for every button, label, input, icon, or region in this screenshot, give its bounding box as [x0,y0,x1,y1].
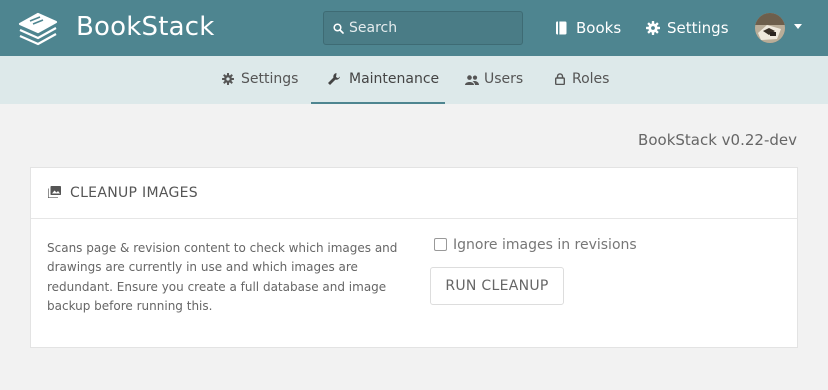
gear-icon [646,21,660,35]
tab-roles-label: Roles [572,71,610,87]
chevron-down-icon[interactable] [794,24,802,29]
tab-roles[interactable]: Roles [555,56,609,104]
nav-books-link[interactable]: Books [555,16,622,40]
search-placeholder: Search [349,20,398,36]
run-cleanup-button[interactable]: RUN CLEANUP [430,267,564,305]
tab-settings-label: Settings [241,71,299,87]
tab-users-label: Users [484,71,524,87]
wrench-icon [328,73,340,85]
users-icon [465,75,479,85]
search-icon [333,23,344,34]
tab-maintenance[interactable]: Maintenance [311,56,445,104]
tab-maintenance-label: Maintenance [349,71,440,87]
card-title: CLEANUP IMAGES [70,185,198,201]
cleanup-images-card: CLEANUP IMAGES Scans page & revision con… [30,167,798,348]
card-header: CLEANUP IMAGES [31,168,797,219]
tab-users[interactable]: Users [465,56,524,104]
settings-tabs: Settings Maintenance Users Roles [0,56,828,104]
gear-icon [222,73,234,85]
images-icon [48,186,61,198]
tab-settings[interactable]: Settings [222,56,298,104]
search-input[interactable]: Search [323,11,523,45]
user-avatar[interactable] [755,13,785,43]
bookstack-logo-icon[interactable] [16,8,60,48]
app-name[interactable]: BookStack [76,8,215,48]
lock-icon [555,73,565,85]
nav-settings-label: Settings [667,19,729,37]
nav-books-label: Books [576,19,622,37]
nav-settings-link[interactable]: Settings [646,16,729,40]
top-header: BookStack Search Books Settings [0,0,828,56]
book-icon [556,21,567,35]
ignore-revisions-label[interactable]: Ignore images in revisions [453,234,637,256]
app-version: BookStack v0.22-dev [638,131,797,149]
ignore-revisions-checkbox[interactable] [434,238,447,251]
cleanup-description: Scans page & revision content to check w… [47,241,398,313]
